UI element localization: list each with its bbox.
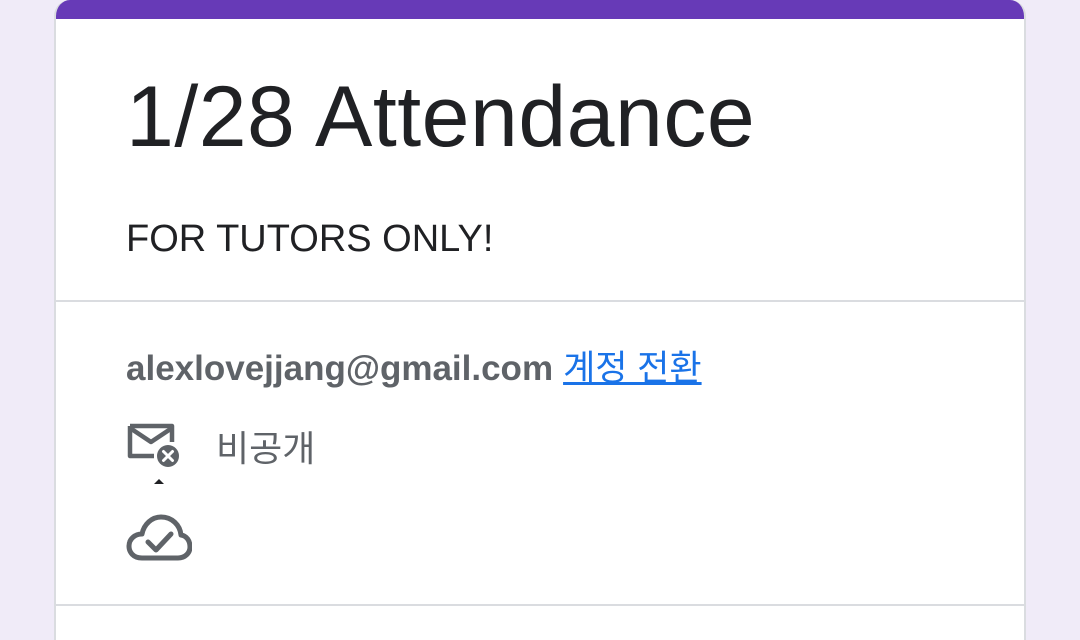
email-privacy-label: 비공개	[216, 428, 316, 469]
switch-account-link[interactable]: 계정 전환	[563, 349, 702, 388]
mail-off-icon	[127, 423, 179, 467]
caret-up-icon	[154, 479, 164, 484]
account-row: alexlovejjang@gmail.com 계정 전환	[126, 340, 702, 391]
form-header-card: 1/28 Attendance FOR TUTORS ONLY! alexlov…	[54, 0, 1026, 640]
section-divider	[56, 300, 1024, 302]
theme-accent-bar	[56, 0, 1024, 19]
account-email: alexlovejjang@gmail.com	[126, 349, 554, 388]
section-divider-bottom	[56, 604, 1024, 606]
cloud-done-icon	[126, 514, 192, 561]
form-description: FOR TUTORS ONLY!	[126, 218, 494, 260]
form-title: 1/28 Attendance	[126, 69, 756, 165]
